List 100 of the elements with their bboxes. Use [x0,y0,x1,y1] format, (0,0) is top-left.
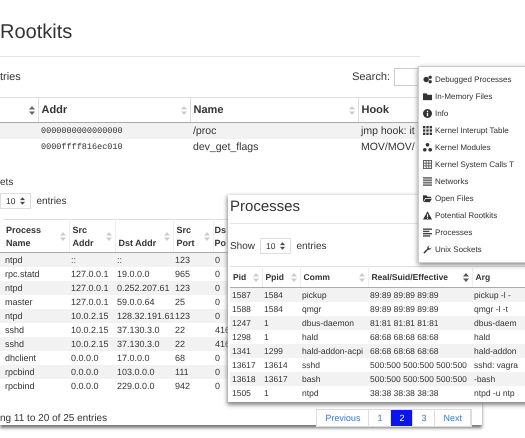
table-cell: 229.0.0.0 [115,379,173,393]
sort-icon [164,232,170,241]
table-cell: 22 [173,323,213,337]
table-cell: pickup [300,288,368,302]
table-cell: 37.130.3.0 [115,323,173,337]
sort-icon [252,273,258,282]
wrench-icon [423,245,432,254]
table-cell: 13614 [262,358,300,372]
page-button[interactable]: 3 [413,410,436,426]
table-cell: ntpd [3,252,69,267]
menu-item[interactable]: Networks [419,173,525,190]
entries-select[interactable]: 10 [260,238,292,254]
table-cell: 0.0.0.0 [69,351,115,365]
column-header[interactable]: Real/Suid/Effective [368,266,472,288]
menu-item[interactable]: Info [419,105,525,122]
table-cell: ntpd [3,309,69,323]
sort-icon [462,273,468,282]
sort-icon [180,106,186,115]
table-cell: sshd [300,358,368,372]
search-label: Search: [352,71,390,83]
table-cell: qmgr -l -t [472,302,525,316]
table-cell: 500:500 500:500 500:500 [368,358,472,372]
entries-select[interactable]: 10 [0,193,32,209]
table-cell: /proc [190,122,358,139]
menu-item[interactable]: Unix Sockets [419,241,525,258]
menu-item[interactable]: Potential Rootkits [419,207,525,224]
table-cell: :: [69,252,115,267]
table-icon [423,160,432,169]
table-cell: 1584 [262,288,300,302]
table-cell: rpcbind [3,379,69,393]
menu-item[interactable]: Open Files [419,190,525,207]
table-cell: 38:38 38:38 38:38 [368,386,472,400]
table-cell: -bash [472,372,525,386]
table-cell: 942 [173,379,213,393]
column-header[interactable]: Name [190,98,358,122]
table-cell: pickup -l - [472,288,525,302]
table-cell: 123 [173,309,213,323]
menu-item[interactable]: Kernel Modules [419,139,525,156]
sort-icon [358,273,364,282]
table-cell: :: [115,252,173,267]
table-cell: ntpd -u ntp [472,386,525,400]
table-cell: hald [300,330,368,344]
warning-icon [423,211,432,220]
table-cell: 68:68 68:68 68:68 [368,344,472,358]
table-cell: 0 [213,365,228,379]
menu-item[interactable]: Debugged Processes [419,71,525,88]
table-cell: 10.0.2.15 [69,309,115,323]
table-cell: 0.0.0.0 [69,379,115,393]
page-button[interactable]: Next [435,410,471,426]
sort-icon [204,232,210,241]
table-cell: 89:89 89:89 89:89 [368,288,472,302]
menu-item[interactable]: Processes [419,224,525,241]
sort-icon[interactable] [28,106,34,115]
table-cell: sshd: vagra [472,358,525,372]
table-cell: 1 [262,316,300,330]
network-icon [423,143,432,152]
window-title: Rootkits [0,0,420,57]
table-cell: dev_get_flags [190,139,358,155]
table-cell: dbus-daem [472,316,525,330]
menu-item[interactable]: Kernel Interupt Table [419,122,525,139]
table-cell: hald [472,330,525,344]
show-label: Show [230,240,256,252]
table-cell: 25 [173,295,213,309]
table-cell: 19.0.0.0 [115,267,173,281]
table-cell: 1341 [230,344,262,358]
menu-item[interactable]: In-Memory Files [419,88,525,105]
table-cell: master [3,295,69,309]
table-cell: 103.0.0.0 [115,365,173,379]
table-cell: bash [300,372,368,386]
page-button[interactable]: 1 [369,410,392,426]
table-cell: 13618 [230,372,262,386]
table-cell: 1584 [262,302,300,316]
list-icon [423,228,432,237]
table-cell: 123 [173,252,213,267]
table-cell: 965 [173,267,213,281]
table-cell: 13617 [230,358,262,372]
table-cell: 1 [262,330,300,344]
folder-icon [423,194,432,203]
table-cell: 0 [213,295,228,309]
table-cell: 128.32.191.61 [115,309,173,323]
list-icon [423,177,432,186]
table-cell: hald-addon [472,344,525,358]
page-button[interactable]: 2 [391,410,414,426]
table-cell: 0 [213,309,228,323]
menu-item[interactable]: Kernel System Calls T [419,156,525,173]
folder-icon [423,92,432,101]
gears-icon [423,75,432,84]
page-button[interactable]: Previous [317,410,370,426]
table-cell: 1 [262,386,300,400]
table-cell: 22 [173,337,213,351]
table-cell: rpcbind [3,365,69,379]
table-cell: MOV/MOV/ [358,139,418,155]
table-cell: 0 [213,379,228,393]
table-cell: qmgr [300,302,368,316]
table-cell: 0000000000000000 [38,122,190,139]
entries-label: entries [36,196,66,206]
column-header[interactable]: Addr [38,98,190,122]
table-cell: 81:81 81:81 81:81 [368,316,472,330]
caret-icon [280,242,286,250]
table-cell: rpc.statd [3,267,69,281]
